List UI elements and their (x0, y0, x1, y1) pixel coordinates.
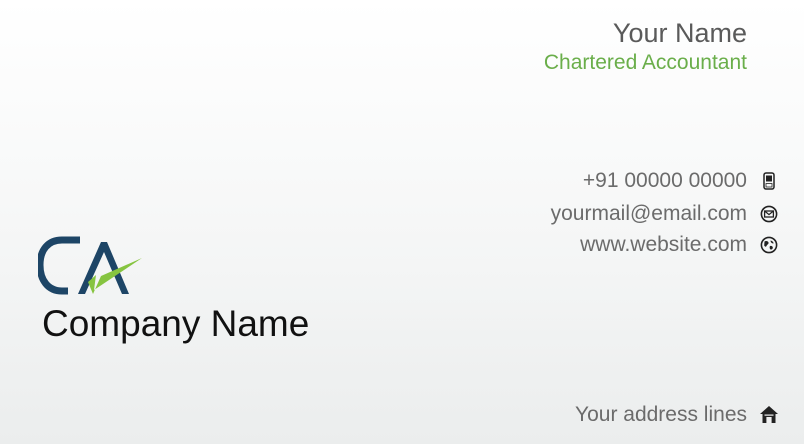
mobile-phone-icon (759, 171, 779, 191)
email-icon (759, 204, 779, 224)
home-icon (759, 405, 779, 425)
ca-logo (36, 236, 146, 298)
person-title: Chartered Accountant (543, 51, 747, 74)
company-name: Company Name (42, 303, 310, 344)
globe-icon (759, 235, 779, 255)
address-row: Your address lines (575, 402, 779, 428)
website-url: www.website.com (580, 233, 747, 256)
email-row: yourmail@email.com (551, 201, 779, 227)
person-name: Your Name (612, 18, 747, 48)
address-text: Your address lines (575, 403, 747, 426)
business-card: Your Name Chartered Accountant +91 00000… (0, 0, 804, 444)
phone-row: +91 00000 00000 (583, 168, 779, 194)
website-row: www.website.com (580, 232, 779, 258)
phone-number: +91 00000 00000 (582, 169, 747, 192)
email-address: yourmail@email.com (550, 202, 747, 225)
